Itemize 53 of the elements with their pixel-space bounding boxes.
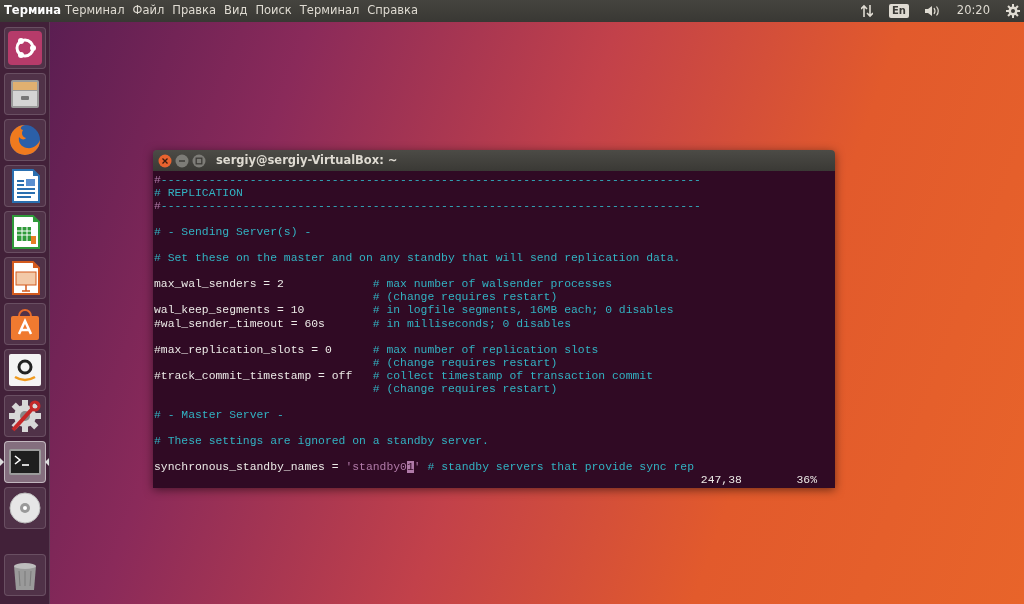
clock[interactable]: 20:20 [956, 2, 990, 20]
comment-text: # in logfile segments, 16MB each; 0 disables [372, 304, 674, 317]
launcher-button[interactable] [3, 487, 46, 529]
menu-item[interactable]: Терминал [295, 2, 364, 20]
menu-item[interactable]: Файл [128, 2, 169, 20]
launcher-button[interactable] [3, 211, 46, 253]
volume-icon[interactable] [924, 5, 941, 17]
shopping-smile-icon [6, 352, 43, 388]
comment-text: # (change requires restart) [372, 382, 558, 395]
comment-rule: #------------------------------------------------------------------------------- [154, 200, 701, 213]
launcher-button[interactable] [3, 165, 46, 207]
launcher-button[interactable] [3, 554, 46, 596]
network-arrows-icon[interactable] [860, 4, 873, 18]
menu-item[interactable]: Поиск [251, 2, 296, 20]
setting-text: #max_replication_slots = 0 [154, 343, 332, 356]
menu-item[interactable]: Справка [363, 2, 422, 20]
close-icon[interactable] [158, 153, 172, 168]
menu-item[interactable]: Правка [168, 2, 221, 20]
launcher-button[interactable] [3, 395, 46, 437]
comment-text: # - Master Server - [154, 408, 284, 421]
comment-text: # - Sending Server(s) - [154, 226, 312, 239]
cursor-position: 247,38 [700, 474, 742, 487]
ubuntu-logo-icon [6, 30, 43, 66]
comment-text: # collect timestamp of transaction commit [372, 369, 653, 382]
launcher-button[interactable] [3, 303, 46, 345]
launcher-button[interactable] [3, 349, 46, 391]
setting-text: #track_commit_timestamp = off [154, 369, 353, 382]
launcher-button[interactable] [3, 441, 46, 483]
comment-text: # max number of walsender processes [372, 278, 612, 291]
menu-item[interactable]: Терминал [61, 2, 129, 20]
launcher-button[interactable] [3, 257, 46, 299]
comment-text: # Set these on the master and on any standby that will send replication data. [154, 252, 681, 265]
launcher-button[interactable] [3, 73, 46, 115]
comment-text: # REPLICATION [154, 187, 243, 200]
settings-icon[interactable] [1006, 4, 1020, 18]
comment-text: # (change requires restart) [372, 356, 558, 369]
comment-text: # (change requires restart) [372, 291, 558, 304]
keyboard-layout-indicator[interactable]: En [888, 4, 909, 18]
launcher-button[interactable] [3, 27, 46, 69]
comment-text: # These settings are ignored on a standby server. [154, 434, 489, 447]
comment-text: # max number of replication slots [372, 343, 599, 356]
setting-text: wal_keep_segments = 10 [154, 304, 305, 317]
window-title: sergiy@sergiy-VirtualBox: ~ [216, 151, 398, 169]
app-title: Термина [4, 2, 62, 20]
disc-icon [6, 490, 43, 526]
setting-text: max_wal_senders = 2 [154, 278, 284, 291]
gear-wrench-icon [6, 398, 43, 434]
comment-text: # in milliseconds; 0 disables [372, 317, 571, 330]
setting-text: synchronous_standby_names = 'standby01' # standby servers that provide sync rep [154, 461, 695, 474]
scroll-percent: 36% [796, 474, 818, 487]
menu-item[interactable]: Вид [220, 2, 252, 20]
comment-rule: #------------------------------------------------------------------------------- [154, 174, 701, 186]
setting-text: #wal_sender_timeout = 60s [154, 317, 325, 330]
